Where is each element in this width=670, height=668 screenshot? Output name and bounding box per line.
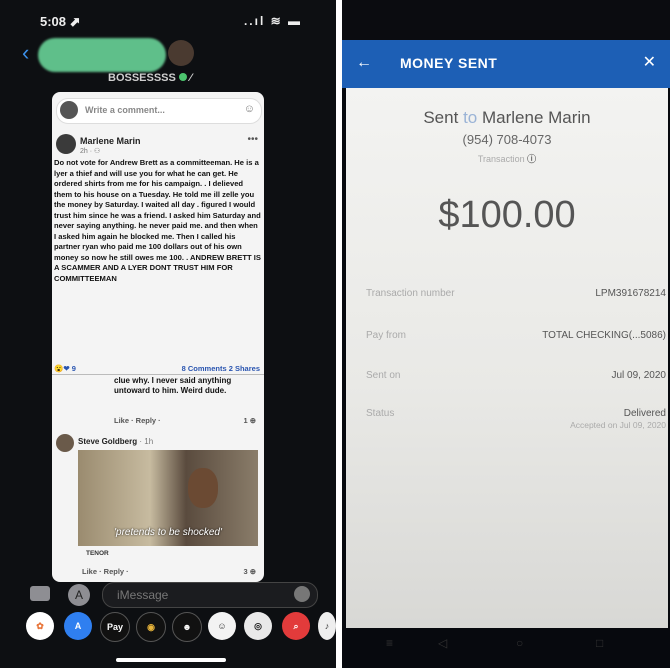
- reply-actions[interactable]: Like · Reply ·: [114, 416, 161, 425]
- detail-row-status: Status Delivered Accepted on Jul 09, 202…: [366, 408, 666, 430]
- post-time: 2h · ⚇: [80, 148, 101, 155]
- gif-person: [188, 468, 218, 508]
- back-chevron-icon[interactable]: ‹: [22, 40, 29, 66]
- row-label: Status: [366, 408, 395, 419]
- search-icon[interactable]: ⌕: [282, 612, 310, 640]
- reply-like-count: 1 ⊕: [243, 416, 256, 425]
- recipient-name: Marlene Marin: [481, 108, 591, 127]
- status-bar: [342, 0, 670, 40]
- row-label: Sent on: [366, 370, 401, 381]
- audio-icon[interactable]: [294, 586, 310, 602]
- row-value: LPM391678214: [595, 288, 666, 299]
- receipt-body: Sent to Marlene Marin (954) 708-4073 Tra…: [346, 88, 668, 628]
- reply-comment-text: clue why. I never said anything untoward…: [114, 376, 232, 395]
- avatar[interactable]: [168, 40, 194, 66]
- comment-author-name: Steve Goldberg: [78, 437, 138, 446]
- app-store-icon[interactable]: A: [64, 612, 92, 640]
- message-input[interactable]: iMessage: [102, 582, 318, 608]
- divider: [52, 374, 264, 375]
- facebook-post-card: Write a comment... ☺ Marlene Marin 2h · …: [52, 92, 264, 582]
- sticker-face-icon[interactable]: ☺: [208, 612, 236, 640]
- message-placeholder: iMessage: [117, 588, 169, 602]
- comment-like-count: 3 ⊕: [243, 567, 256, 576]
- android-nav-bar: ≡ ◁ ○ □: [342, 628, 670, 668]
- detail-row-sent-on: Sent on Jul 09, 2020: [366, 370, 666, 386]
- close-icon[interactable]: ✕: [643, 52, 656, 72]
- app-header: ← MONEY SENT ✕: [342, 40, 670, 88]
- music-icon[interactable]: ◎: [244, 612, 272, 640]
- redacted-contact-name: [38, 38, 166, 72]
- comment-input[interactable]: Write a comment... ☺: [56, 98, 262, 124]
- status-bar: 5:08 ⬈ ..ıl ≋ ▬: [0, 6, 336, 36]
- nav-menu-icon[interactable]: ≡: [386, 636, 393, 650]
- avatar[interactable]: [56, 434, 74, 452]
- signal-wifi-battery-icon: ..ıl ≋ ▬: [243, 14, 302, 28]
- detail-row-transaction: Transaction number LPM391678214: [366, 288, 666, 304]
- home-indicator[interactable]: [116, 658, 226, 662]
- sent-to-word: to: [463, 108, 478, 127]
- recipient-phone: (954) 708-4073: [462, 132, 552, 147]
- nav-home-icon[interactable]: ○: [516, 636, 523, 650]
- status-value: Delivered: [623, 408, 666, 419]
- detail-row-pay-from: Pay from TOTAL CHECKING(...5086): [366, 330, 666, 346]
- back-arrow-icon[interactable]: ←: [356, 54, 372, 72]
- facebook-screenshot-phone: 5:08 ⬈ ..ıl ≋ ▬ ‹ BOSSESSSS ⁄ Write a co…: [0, 0, 336, 668]
- photos-icon[interactable]: ✿: [26, 612, 54, 640]
- info-icon[interactable]: ⓘ: [527, 154, 536, 164]
- comment-author[interactable]: Steve Goldberg · 1h: [78, 437, 153, 446]
- transaction-info[interactable]: Transaction ⓘ: [346, 152, 668, 165]
- emoji-sticker-icon[interactable]: ☻: [172, 612, 202, 642]
- imessage-app-drawer: ✿ A Pay ◉ ☻ ☺ ◎ ⌕ ♪: [20, 612, 336, 642]
- online-dot-icon: [178, 73, 187, 81]
- app-store-icon[interactable]: A: [68, 584, 90, 606]
- nav-recents-icon[interactable]: □: [596, 636, 603, 650]
- emoji-icon[interactable]: ☺: [244, 103, 255, 115]
- status-detail: Accepted on Jul 09, 2020: [570, 420, 666, 430]
- avatar[interactable]: [56, 134, 76, 154]
- message-bar: A iMessage: [0, 580, 336, 610]
- sent-prefix: Sent: [423, 108, 459, 127]
- comment-actions[interactable]: Like · Reply ·: [82, 567, 129, 576]
- row-label: Pay from: [366, 330, 407, 341]
- apple-pay-icon[interactable]: Pay: [100, 612, 130, 642]
- sent-to-line: Sent to Marlene Marin: [346, 108, 668, 128]
- gif-caption: 'pretends to be shocked': [114, 527, 222, 538]
- info-label: Transaction: [477, 154, 525, 164]
- gif-source: TENOR: [86, 550, 109, 557]
- post-body: Do not vote for Andrew Brett as a commit…: [54, 158, 261, 283]
- avatar: [60, 101, 78, 119]
- payment-confirmation-phone: ← MONEY SENT ✕ Sent to Marlene Marin (95…: [342, 0, 670, 668]
- status-time: 5:08 ⬈: [40, 14, 81, 29]
- gif-image[interactable]: 'pretends to be shocked': [78, 450, 258, 546]
- row-value: TOTAL CHECKING(...5086): [542, 330, 666, 341]
- amount-sent: $100.00: [438, 194, 576, 236]
- comments-shares-count[interactable]: 8 Comments 2 Shares: [182, 364, 260, 373]
- memoji-icon[interactable]: ◉: [136, 612, 166, 642]
- contact-status-text: BOSSESSSS: [108, 72, 176, 84]
- page-title: MONEY SENT: [400, 55, 498, 71]
- reactions-count[interactable]: 😮❤ 9: [54, 364, 76, 373]
- row-value: Jul 09, 2020: [611, 370, 667, 381]
- comment-placeholder: Write a comment...: [85, 105, 165, 115]
- comment-time: · 1h: [139, 437, 154, 446]
- post-author[interactable]: Marlene Marin: [80, 136, 141, 146]
- more-apps-icon[interactable]: ♪: [318, 612, 336, 640]
- nav-back-icon[interactable]: ◁: [438, 636, 447, 650]
- row-label: Transaction number: [366, 288, 455, 299]
- contact-status-line: BOSSESSSS ⁄: [108, 72, 192, 84]
- camera-icon[interactable]: [30, 586, 50, 601]
- more-options-icon[interactable]: •••: [247, 134, 258, 145]
